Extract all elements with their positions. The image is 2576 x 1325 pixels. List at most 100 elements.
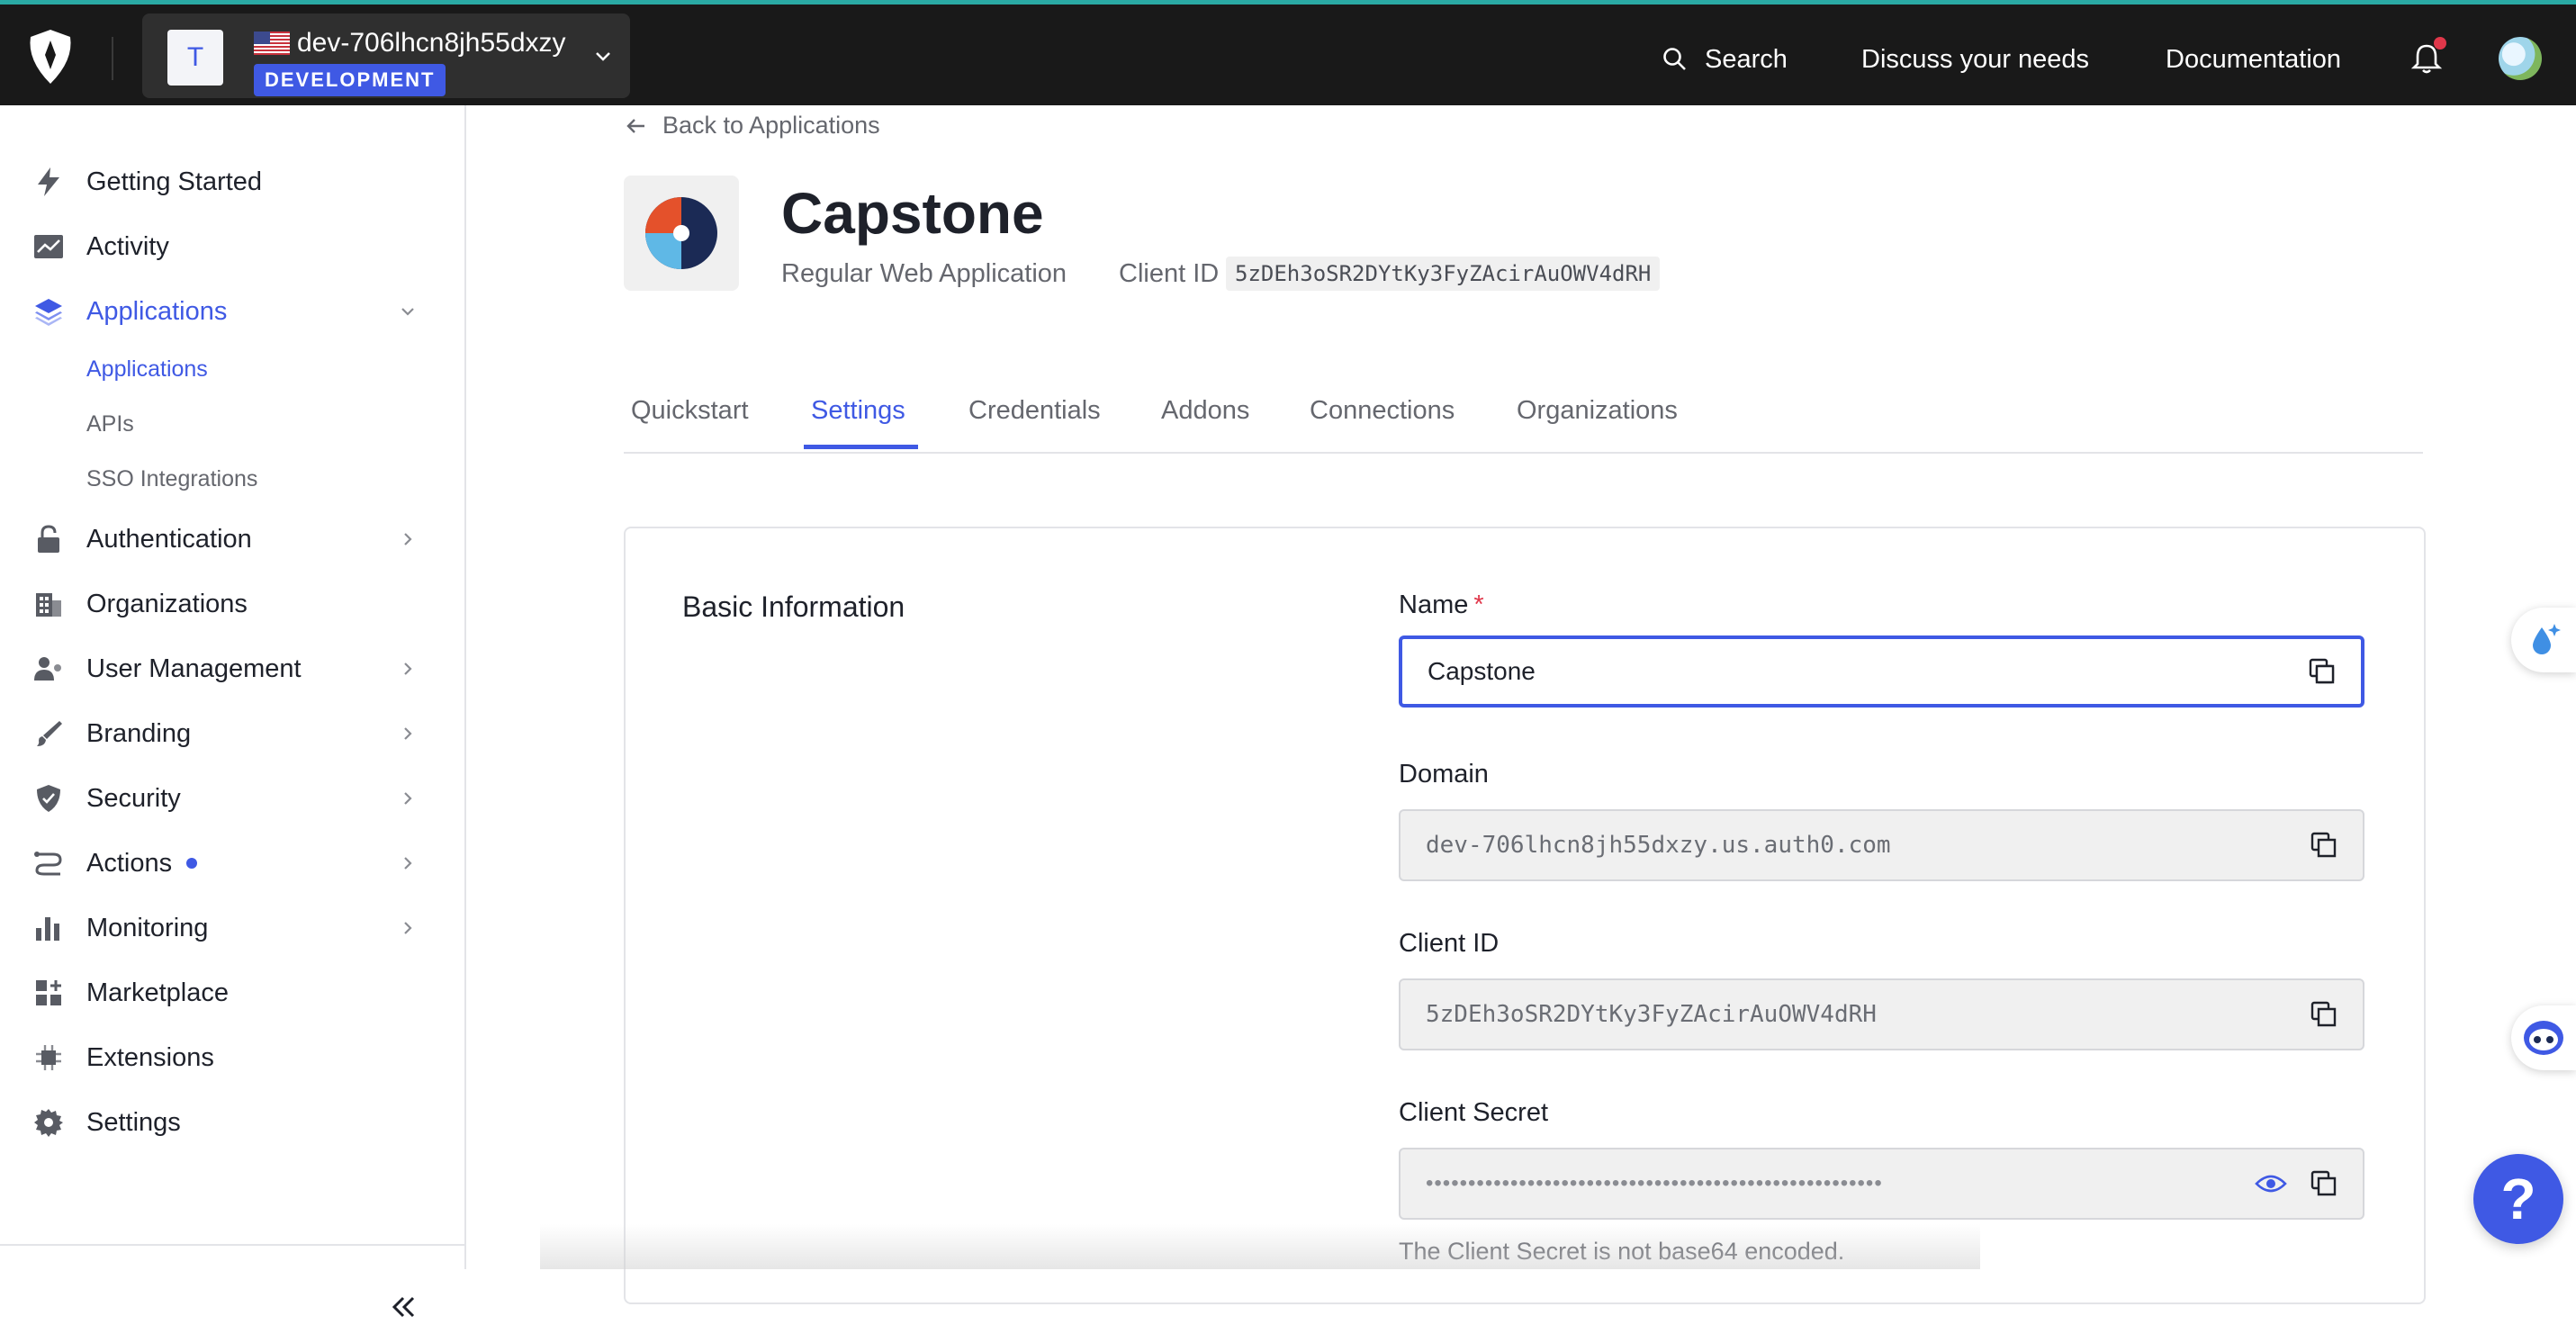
chevron-right-icon[interactable] [396,722,419,745]
sidebar-item-user-management[interactable]: User Management [32,651,302,687]
client-id-code[interactable]: 5zDEh3oSR2DYtKy3FyZAcirAuOWV4dRH [1226,257,1661,291]
gear-icon [32,1106,65,1139]
chevron-right-icon[interactable] [396,657,419,681]
users-icon [32,653,65,685]
sidebar-item-label: Settings [86,1107,181,1137]
notification-dot [2434,37,2446,50]
app-root: T dev-706lhcn8jh55dxzy DEVELOPMENT Searc… [0,0,2576,1318]
tab-credentials[interactable]: Credentials [968,396,1101,426]
copy-icon[interactable] [2309,658,2336,685]
bolt-icon [32,166,65,198]
sidebar-item-label: Monitoring [86,913,209,942]
help-button[interactable]: ? [2473,1154,2563,1244]
section-title: Basic Information [682,590,905,623]
copy-icon[interactable] [2310,1001,2337,1028]
documentation-link[interactable]: Documentation [2166,9,2341,110]
layers-icon [32,295,65,328]
back-to-applications-link[interactable]: Back to Applications [625,112,880,140]
client-id-input[interactable] [1426,980,2272,1049]
back-link-label: Back to Applications [662,112,880,139]
eye-icon[interactable] [2255,1170,2287,1197]
sidebar-item-label: Marketplace [86,978,229,1007]
client-secret-field [1399,1148,2364,1220]
bot-face-icon [2524,1021,2563,1055]
domain-input[interactable] [1426,811,2272,879]
sidebar-subitem-applications[interactable]: Applications [86,356,208,383]
sidebar-item-label: Getting Started [86,167,263,196]
sidebar-item-monitoring[interactable]: Monitoring [32,910,208,946]
us-flag-icon [254,32,290,55]
tab-organizations[interactable]: Organizations [1517,396,1678,426]
chip-icon [32,1041,65,1074]
arrow-left-icon [626,118,644,133]
sparkle-drop-icon [2533,624,2561,654]
sidebar-subitem-apis[interactable]: APIs [86,411,134,437]
sidebar-subitem-sso-integrations[interactable]: SSO Integrations [86,466,257,492]
sidebar-divider [0,1244,464,1246]
tab-addons[interactable]: Addons [1161,396,1249,426]
sidebar-item-label: Branding [86,718,192,748]
tab-connections[interactable]: Connections [1310,396,1455,426]
tenant-name-row: dev-706lhcn8jh55dxzy [254,28,566,59]
client-id-field-label: Client ID [1399,929,1500,958]
sidebar-item-label: Extensions [86,1042,214,1072]
app-logo-icon [645,197,717,269]
topbar-divider [112,37,113,80]
sidebar: Getting Started Activity Applications Ap… [0,105,466,1318]
required-marker: * [1473,590,1484,619]
client-id-field [1399,978,2364,1050]
sidebar-item-authentication[interactable]: Authentication [32,521,252,557]
bar-chart-icon [32,912,65,944]
chevron-down-icon [596,52,610,61]
sidebar-item-settings[interactable]: Settings [32,1104,181,1140]
active-tab-indicator [804,445,918,449]
domain-label: Domain [1399,760,1489,789]
auth0-logo-icon[interactable] [25,28,76,86]
sidebar-item-organizations[interactable]: Organizations [32,586,248,622]
sidebar-item-extensions[interactable]: Extensions [32,1040,214,1076]
chevron-right-icon[interactable] [396,527,419,551]
tenant-switcher[interactable]: T dev-706lhcn8jh55dxzy DEVELOPMENT [142,14,630,98]
tab-quickstart[interactable]: Quickstart [631,396,749,426]
marketplace-icon [32,977,65,1009]
activity-chart-icon [32,230,65,263]
tab-settings[interactable]: Settings [811,396,905,426]
tenant-avatar: T [167,30,223,86]
sidebar-item-label: Organizations [86,589,248,618]
sidebar-item-actions[interactable]: Actions [32,845,198,881]
sidebar-item-branding[interactable]: Branding [32,716,191,752]
brush-icon [32,717,65,750]
actions-flow-icon [32,847,65,879]
discuss-needs-link[interactable]: Discuss your needs [1861,9,2089,110]
app-type: Regular Web Application [781,259,1067,288]
sidebar-item-activity[interactable]: Activity [32,229,169,265]
sidebar-item-label: Authentication [86,524,252,554]
tenant-env-badge: DEVELOPMENT [254,64,446,96]
shield-icon [32,782,65,815]
tenant-name: dev-706lhcn8jh55dxzy [297,28,566,58]
sidebar-item-label: Actions [86,848,173,878]
sidebar-item-marketplace[interactable]: Marketplace [32,975,229,1011]
actions-new-indicator [186,858,198,869]
top-bar: T dev-706lhcn8jh55dxzy DEVELOPMENT Searc… [0,5,2576,105]
copy-icon[interactable] [2310,1170,2337,1197]
sidebar-item-applications[interactable]: Applications [32,293,227,329]
domain-field [1399,809,2364,881]
chevron-right-icon[interactable] [396,852,419,875]
assistant-widget-button[interactable] [2511,608,2576,672]
name-label-text: Name [1399,590,1469,619]
client-id-label: Client ID [1119,259,1220,288]
app-title: Capstone [781,181,1044,246]
sidebar-item-getting-started[interactable]: Getting Started [32,164,262,200]
name-input[interactable] [1428,639,2274,704]
collapse-sidebar-icon[interactable] [385,1289,421,1325]
client-secret-input[interactable] [1426,1149,2272,1218]
copy-icon[interactable] [2310,832,2337,859]
sidebar-item-security[interactable]: Security [32,780,181,816]
search-button[interactable]: Search [1662,9,1788,110]
chevron-right-icon[interactable] [396,916,419,940]
chat-bot-button[interactable] [2511,1005,2576,1070]
chevron-down-icon[interactable] [396,300,419,323]
chevron-right-icon[interactable] [396,787,419,810]
user-avatar[interactable] [2499,37,2542,80]
